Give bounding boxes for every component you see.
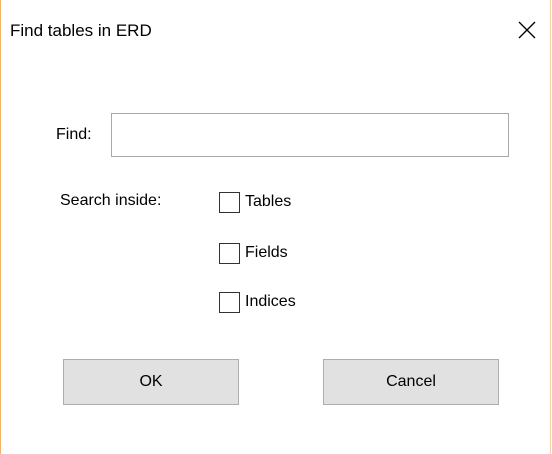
option-fields[interactable]: Fields (219, 241, 288, 265)
find-tables-dialog: Find tables in ERD Find: Search inside: … (0, 0, 551, 454)
find-input[interactable] (111, 113, 509, 157)
cancel-button[interactable]: Cancel (323, 359, 499, 405)
close-icon (518, 21, 536, 39)
fields-checkbox-label: Fields (245, 244, 288, 261)
indices-checkbox-label: Indices (245, 293, 296, 310)
option-tables[interactable]: Tables (219, 190, 291, 214)
ok-button[interactable]: OK (63, 359, 239, 405)
option-indices[interactable]: Indices (219, 290, 296, 314)
dialog-title: Find tables in ERD (10, 21, 152, 40)
search-inside-label: Search inside: (60, 192, 162, 209)
title-bar: Find tables in ERD (1, 0, 550, 60)
close-button[interactable] (504, 0, 550, 60)
tables-checkbox-label: Tables (245, 193, 292, 210)
fields-checkbox[interactable] (219, 242, 240, 264)
tables-checkbox[interactable] (219, 191, 240, 213)
find-label: Find: (56, 126, 92, 143)
indices-checkbox[interactable] (219, 291, 240, 313)
